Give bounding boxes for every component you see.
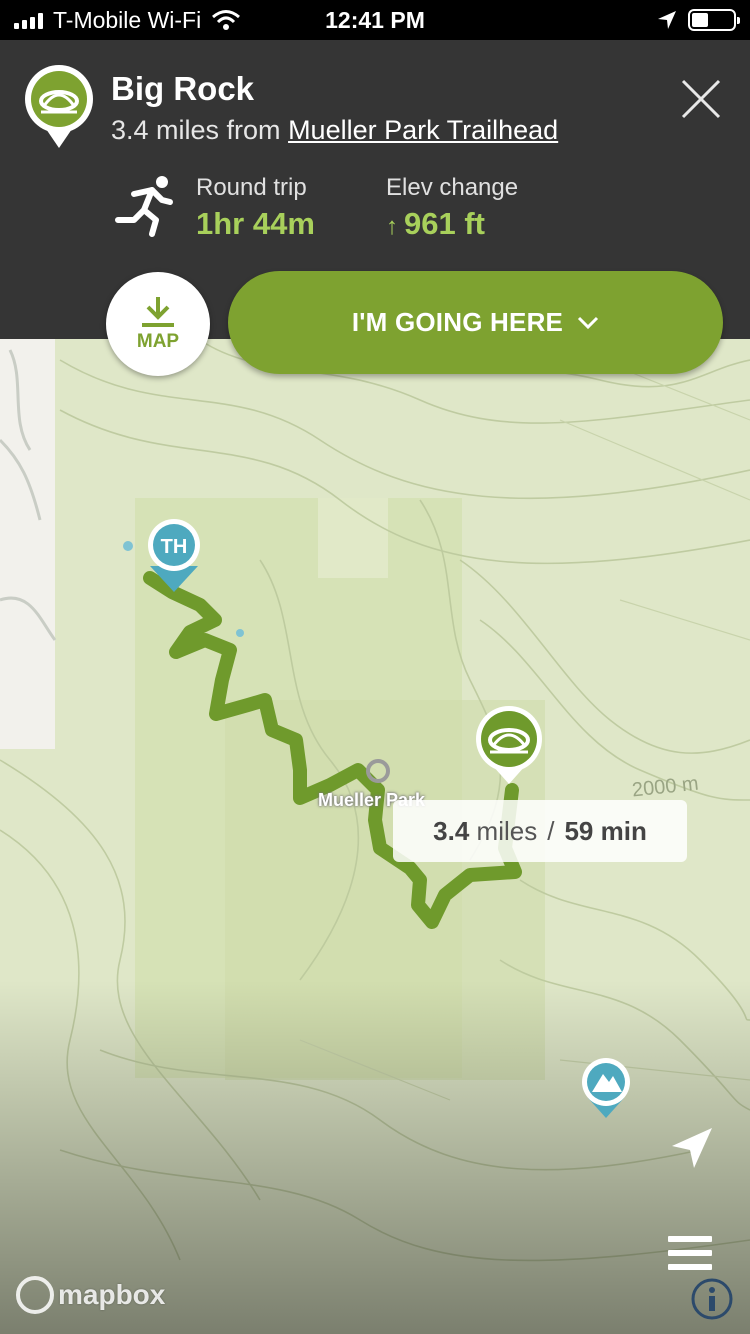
round-trip-stat: Round trip 1hr 44m [196, 174, 315, 242]
going-button-label: I'M GOING HERE [351, 307, 564, 337]
elevation-change-value: 961 ft [404, 206, 485, 241]
round-trip-value: 1hr 44m [196, 206, 315, 241]
route-separator: / [547, 815, 555, 846]
location-services-icon [658, 11, 676, 29]
trailhead-marker-label: TH [161, 536, 188, 558]
im-going-here-button[interactable]: I'M GOING HERE [228, 271, 723, 374]
chevron-down-icon [578, 316, 599, 329]
download-icon [142, 297, 174, 327]
download-map-button[interactable]: MAP [106, 272, 210, 376]
route-time: 59 min [564, 815, 647, 846]
arrow-up-icon: ↑ [386, 213, 398, 240]
mapbox-logo-icon [16, 1276, 54, 1314]
status-bar: T-Mobile Wi-Fi 12:41 PM [0, 0, 750, 40]
place-distance: 3.4 miles from Mueller Park Trailhead [111, 115, 558, 146]
elevation-change-label: Elev change [386, 174, 519, 201]
trailhead-link[interactable]: Mueller Park Trailhead [288, 115, 558, 145]
round-trip-label: Round trip [196, 174, 307, 201]
route-summary-badge: 3.4 miles / 59 min [393, 800, 687, 862]
wifi-icon [212, 10, 241, 30]
hamburger-menu-icon[interactable] [668, 1236, 712, 1276]
signal-strength-icon [14, 11, 43, 29]
mapbox-attribution-text: mapbox [58, 1279, 166, 1310]
carrier-name: T-Mobile Wi-Fi [53, 6, 202, 33]
location-arrow-icon[interactable] [668, 1124, 716, 1172]
mapbox-attribution[interactable]: mapbox [16, 1276, 165, 1314]
big-rock-marker-icon [25, 65, 93, 148]
download-map-label: MAP [136, 331, 180, 352]
route-distance-unit: miles [476, 815, 538, 846]
close-icon[interactable] [678, 76, 724, 122]
route-distance: 3.4 [433, 815, 470, 846]
distance-text: 3.4 miles from [111, 115, 281, 145]
place-title: Big Rock [111, 70, 255, 107]
battery-icon [688, 9, 740, 31]
elevation-change-stat: Elev change ↑ 961 ft [386, 174, 518, 242]
info-icon[interactable] [690, 1277, 734, 1321]
running-person-icon [115, 176, 173, 237]
